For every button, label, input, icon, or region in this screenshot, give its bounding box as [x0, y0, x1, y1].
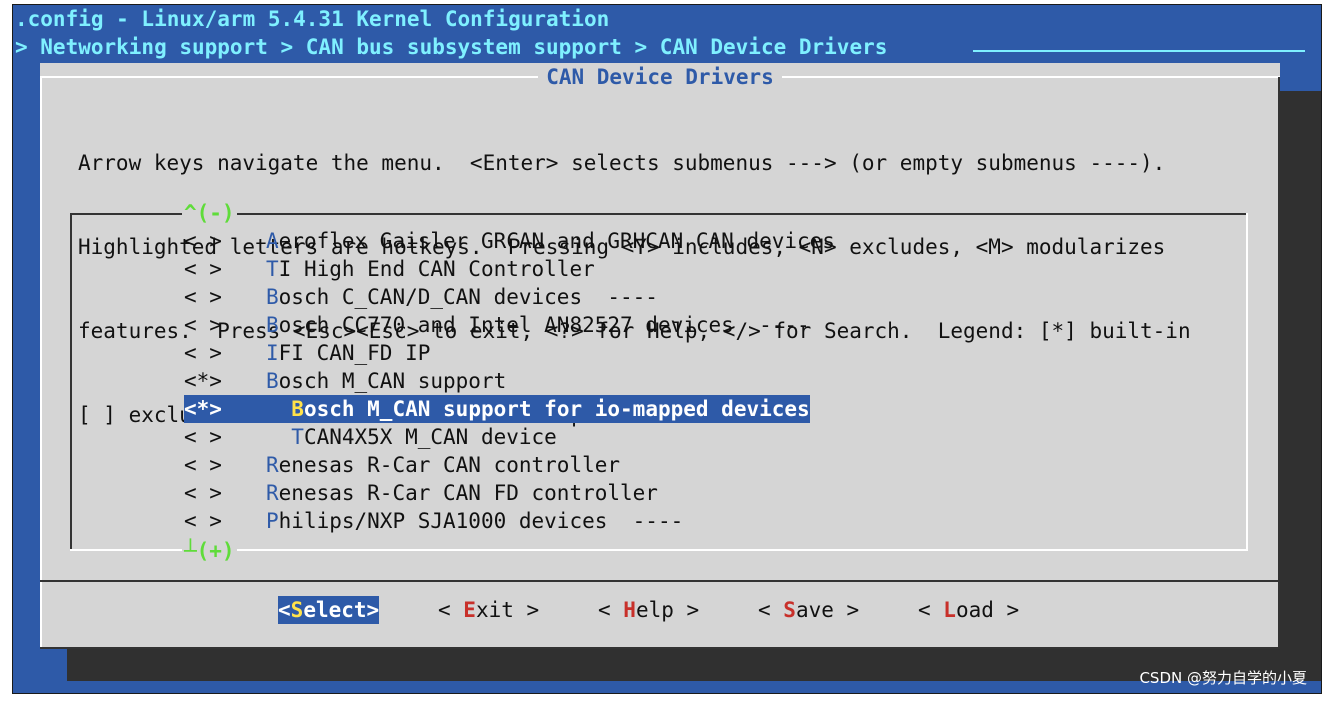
item-state-mark: < >	[184, 229, 222, 253]
scroll-down-indicator[interactable]: ┴(+)	[182, 537, 237, 565]
header-rule	[973, 50, 1305, 52]
breadcrumb: > Networking support > CAN bus subsystem…	[15, 35, 888, 59]
button-hotkey: L	[943, 598, 956, 622]
item-hotkey: B	[266, 369, 279, 393]
item-label: TCAN4X5X M_CAN device	[291, 425, 557, 449]
load-button[interactable]: < Load >	[918, 596, 1019, 624]
item-state-mark: < >	[184, 341, 222, 365]
scroll-up-indicator[interactable]: ^(-)	[182, 199, 237, 227]
select-button[interactable]: <Select>	[278, 596, 380, 624]
item-label: Bosch M_CAN support for io-mapped device…	[291, 397, 810, 421]
item-hotkey: T	[266, 257, 279, 281]
help-line: Arrow keys navigate the menu. <Enter> se…	[78, 151, 1166, 175]
item-state-mark: <*>	[184, 397, 222, 421]
item-hotkey: P	[266, 509, 279, 533]
item-state-mark: <*>	[184, 369, 222, 393]
item-label: Renesas R-Car CAN controller	[266, 453, 621, 477]
save-button[interactable]: < Save >	[758, 596, 859, 624]
item-label: Bosch C_CAN/D_CAN devices ----	[266, 285, 658, 309]
item-label: Aeroflex Gaisler GRCAN and GRHCAN CAN de…	[266, 229, 835, 253]
item-state-mark: < >	[184, 453, 222, 477]
item-label: TI High End CAN Controller	[266, 257, 595, 281]
item-state-mark: < >	[184, 481, 222, 505]
button-hotkey: E	[463, 598, 476, 622]
button-hotkey: S	[290, 598, 304, 622]
item-hotkey: I	[266, 341, 279, 365]
item-hotkey: T	[291, 425, 304, 449]
item-state-mark: < >	[184, 509, 222, 533]
item-label: Bosch CC770 and Intel AN82527 devices --…	[266, 313, 810, 337]
item-state-mark: < >	[184, 285, 222, 309]
button-divider	[40, 580, 1280, 582]
menu-list: ^(-) < > Aeroflex Gaisler GRCAN and GRHCA…	[70, 199, 1248, 565]
watermark: CSDN @努力自学的小夏	[1139, 669, 1307, 687]
exit-button[interactable]: < Exit >	[438, 596, 539, 624]
button-hotkey: H	[623, 598, 636, 622]
item-state-mark: < >	[184, 425, 222, 449]
config-title: .config - Linux/arm 5.4.31 Kernel Config…	[15, 7, 610, 31]
item-hotkey: B	[266, 313, 279, 337]
item-label: IFI CAN_FD IP	[266, 341, 431, 365]
button-hotkey: S	[783, 598, 796, 622]
terminal-screen: .config - Linux/arm 5.4.31 Kernel Config…	[12, 4, 1322, 694]
item-state-mark: < >	[184, 313, 222, 337]
item-hotkey: B	[291, 397, 304, 421]
menu-dialog: CAN Device Drivers Arrow keys navigate t…	[40, 63, 1280, 649]
help-button[interactable]: < Help >	[598, 596, 699, 624]
item-hotkey: R	[266, 481, 279, 505]
item-label: Renesas R-Car CAN FD controller	[266, 481, 658, 505]
item-label: Bosch M_CAN support	[266, 369, 507, 393]
item-hotkey: R	[266, 453, 279, 477]
dialog-title: CAN Device Drivers	[40, 63, 1280, 91]
item-label: Philips/NXP SJA1000 devices ----	[266, 509, 684, 533]
item-hotkey: B	[266, 285, 279, 309]
item-hotkey: A	[266, 229, 279, 253]
item-state-mark: < >	[184, 257, 222, 281]
